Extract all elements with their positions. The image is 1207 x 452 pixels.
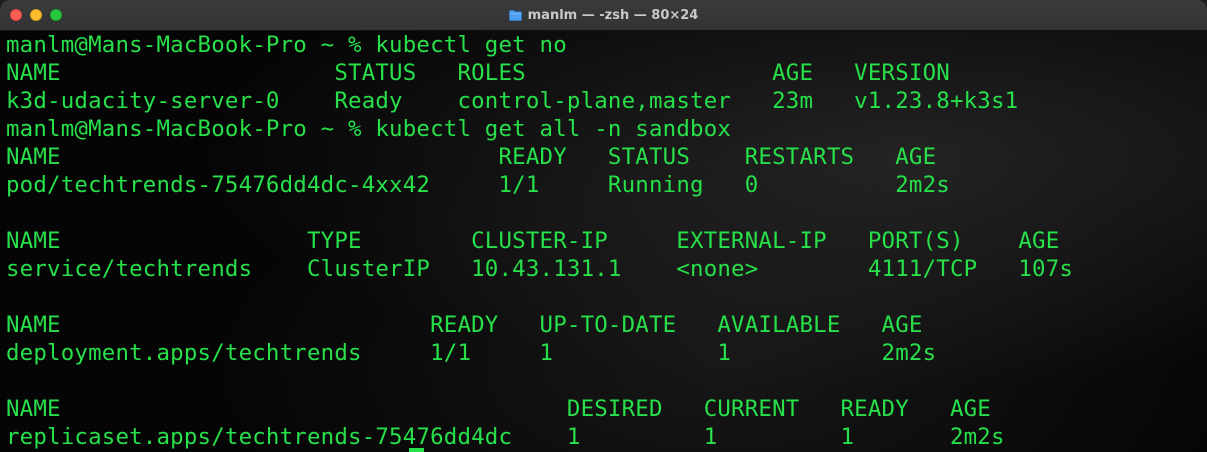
- terminal-window: manlm — -zsh — 80×24 manlm@Mans-MacBook-…: [0, 0, 1207, 452]
- terminal-line: manlm@Mans-MacBook-Pro ~ % kubectl get n…: [6, 32, 567, 58]
- terminal-line: manlm@Mans-MacBook-Pro ~ % kubectl get a…: [6, 116, 732, 142]
- terminal-line: NAME STATUS ROLES AGE VERSION: [6, 60, 950, 86]
- terminal-line: pod/techtrends-75476dd4dc-4xx42 1/1 Runn…: [6, 172, 950, 198]
- folder-icon: [508, 9, 522, 21]
- terminal-line: replicaset.apps/techtrends-75476dd4dc 1 …: [6, 424, 1005, 450]
- window-title: manlm — -zsh — 80×24: [0, 0, 1207, 30]
- terminal-output[interactable]: manlm@Mans-MacBook-Pro ~ % kubectl get n…: [0, 31, 1207, 452]
- title-bar[interactable]: manlm — -zsh — 80×24: [0, 0, 1207, 31]
- terminal-line: NAME TYPE CLUSTER-IP EXTERNAL-IP PORT(S)…: [6, 228, 1060, 254]
- text-cursor: [409, 448, 424, 452]
- terminal-line: k3d-udacity-server-0 Ready control-plane…: [6, 88, 1019, 114]
- terminal-line: NAME READY STATUS RESTARTS AGE: [6, 144, 937, 170]
- terminal-line: NAME DESIRED CURRENT READY AGE: [6, 396, 991, 422]
- terminal-line: NAME READY UP-TO-DATE AVAILABLE AGE: [6, 312, 923, 338]
- terminal-line: deployment.apps/techtrends 1/1 1 1 2m2s: [6, 340, 937, 366]
- terminal-line: service/techtrends ClusterIP 10.43.131.1…: [6, 256, 1074, 282]
- window-title-text: manlm — -zsh — 80×24: [527, 7, 699, 23]
